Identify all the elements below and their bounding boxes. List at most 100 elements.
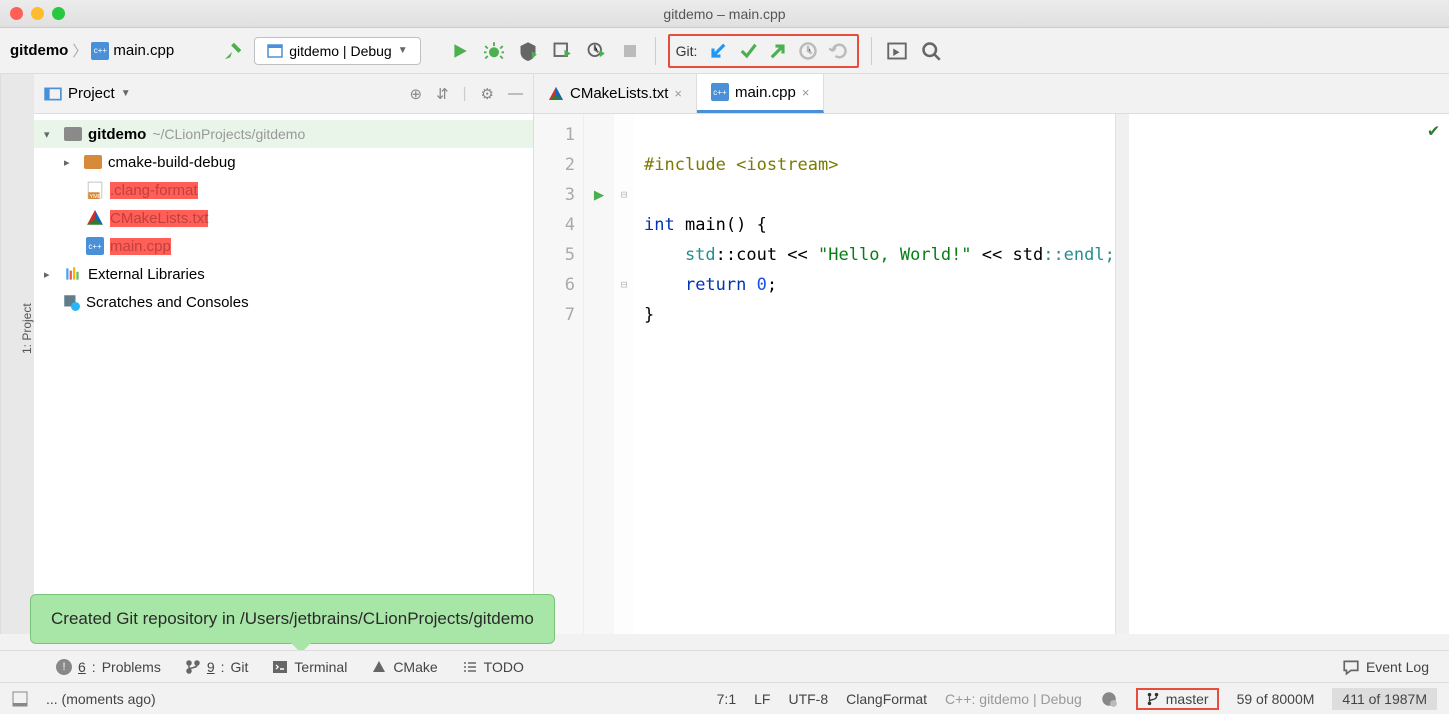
code-token: ; — [767, 275, 777, 295]
status-encoding[interactable]: UTF-8 — [788, 691, 828, 707]
code-token: ::cout << — [716, 245, 818, 265]
inspections-icon[interactable] — [1100, 690, 1118, 708]
attach-button[interactable] — [583, 38, 609, 64]
tree-row[interactable]: Scratches and Consoles — [34, 288, 533, 316]
inspection-ok-icon[interactable]: ✔ — [1428, 120, 1439, 141]
run-button[interactable] — [447, 38, 473, 64]
hammer-build-icon[interactable] — [220, 38, 246, 64]
line-number-gutter[interactable]: 1 2 3 4 5 6 7 — [534, 114, 584, 634]
code-token: int — [644, 215, 675, 235]
libraries-icon — [64, 265, 82, 283]
status-formatter[interactable]: ClangFormat — [846, 691, 927, 707]
editor-scrollbar[interactable] — [1115, 114, 1129, 634]
code-content[interactable]: #include <iostream> int main() { std::co… — [634, 114, 1115, 634]
minimize-window-button[interactable] — [31, 7, 44, 20]
main-toolbar: gitdemo 〉 c++ main.cpp gitdemo | Debug ▼… — [0, 28, 1449, 74]
git-rollback-icon[interactable] — [825, 38, 851, 64]
line-number[interactable]: 7 — [534, 300, 575, 330]
expand-all-icon[interactable]: ⇵ — [436, 85, 449, 103]
panel-title[interactable]: Project — [68, 85, 115, 102]
line-number[interactable]: 6 — [534, 270, 575, 300]
git-commit-icon[interactable] — [735, 38, 761, 64]
close-window-button[interactable] — [10, 7, 23, 20]
run-gutter[interactable]: ▶ — [584, 114, 614, 634]
code-token: return — [685, 275, 746, 295]
stop-button[interactable] — [617, 38, 643, 64]
git-history-icon[interactable] — [795, 38, 821, 64]
chevron-down-icon[interactable]: ▾ — [44, 128, 58, 141]
tool-windows-icon[interactable] — [12, 691, 28, 707]
tab-label: main.cpp — [735, 84, 796, 101]
profile-button[interactable] — [549, 38, 575, 64]
status-line-separator[interactable]: LF — [754, 691, 770, 707]
locate-icon[interactable]: ⊕ — [409, 85, 422, 103]
status-run-context[interactable]: C++: gitdemo | Debug — [945, 691, 1082, 707]
line-number[interactable]: 1 — [534, 120, 575, 150]
tree-row[interactable]: ▸ cmake-build-debug — [34, 148, 533, 176]
tree-row[interactable]: ▸ External Libraries — [34, 260, 533, 288]
line-number[interactable]: 4 — [534, 210, 575, 240]
git-toolbar-group: Git: — [668, 34, 860, 68]
run-anything-icon[interactable] — [884, 38, 910, 64]
status-memory-1[interactable]: 59 of 8000M — [1237, 691, 1315, 707]
tree-item-label: CMakeLists.txt — [110, 210, 208, 227]
dropdown-arrow-icon[interactable]: ▼ — [121, 88, 131, 99]
tree-row[interactable]: CMakeLists.txt — [34, 204, 533, 232]
fold-end-icon[interactable]: ⊟ — [614, 270, 634, 300]
line-number[interactable]: 5 — [534, 240, 575, 270]
cmake-tool-button[interactable]: CMake — [371, 659, 437, 675]
search-everywhere-icon[interactable] — [918, 38, 944, 64]
project-panel-header: Project ▼ ⊕ ⇵ | ⚙ — — [34, 74, 533, 114]
tree-row[interactable]: c++ main.cpp — [34, 232, 533, 260]
tab-main-cpp[interactable]: c++ main.cpp × — [697, 74, 824, 113]
line-number[interactable]: 3 — [534, 180, 575, 210]
zoom-window-button[interactable] — [52, 7, 65, 20]
cpp-file-icon: c++ — [86, 237, 104, 255]
terminal-tool-button[interactable]: Terminal — [272, 659, 347, 675]
close-tab-icon[interactable]: × — [802, 85, 810, 100]
run-line-marker-icon[interactable]: ▶ — [584, 180, 614, 210]
fold-start-icon[interactable]: ⊟ — [614, 180, 634, 210]
tree-item-label: Scratches and Consoles — [86, 294, 249, 311]
status-memory-2[interactable]: 411 of 1987M — [1332, 688, 1437, 710]
tree-row[interactable]: YML .clang-format — [34, 176, 533, 204]
cpp-file-icon: c++ — [711, 83, 729, 101]
tree-item-label: main.cpp — [110, 238, 171, 255]
tab-cmakelists[interactable]: CMakeLists.txt × — [534, 74, 697, 113]
editor-area: CMakeLists.txt × c++ main.cpp × 1 2 3 4 … — [534, 74, 1449, 634]
left-gutter[interactable]: 1: Project — [0, 74, 34, 634]
close-tab-icon[interactable]: × — [674, 86, 682, 101]
git-branch-widget[interactable]: master — [1136, 688, 1219, 710]
status-bar: ... (moments ago) 7:1 LF UTF-8 ClangForm… — [0, 682, 1449, 714]
coverage-button[interactable] — [515, 38, 541, 64]
hide-panel-icon[interactable]: — — [508, 85, 523, 103]
fold-gutter[interactable]: ⊟ ⊟ — [614, 114, 634, 634]
project-tree[interactable]: ▾ gitdemo ~/CLionProjects/gitdemo ▸ cmak… — [34, 114, 533, 322]
run-config-label: gitdemo | Debug — [289, 43, 391, 59]
project-tool-window-tab[interactable]: 1: Project — [20, 304, 34, 355]
event-log-button[interactable]: Event Log — [1342, 658, 1429, 676]
git-pull-icon[interactable] — [705, 38, 731, 64]
notification-balloon[interactable]: Created Git repository in /Users/jetbrai… — [30, 594, 555, 644]
debug-button[interactable] — [481, 38, 507, 64]
todo-tool-button[interactable]: TODO — [462, 659, 524, 675]
settings-gear-icon[interactable]: ⚙ — [481, 85, 494, 103]
status-caret-position[interactable]: 7:1 — [717, 691, 736, 707]
git-tool-button[interactable]: 9: Git — [185, 659, 249, 675]
application-icon — [267, 43, 283, 59]
problems-tool-button[interactable]: ! 6: Problems — [56, 659, 161, 675]
tree-root-row[interactable]: ▾ gitdemo ~/CLionProjects/gitdemo — [34, 120, 533, 148]
status-context[interactable]: ... (moments ago) — [46, 691, 156, 707]
breadcrumb-project[interactable]: gitdemo — [10, 42, 68, 59]
editor-body[interactable]: 1 2 3 4 5 6 7 ▶ ⊟ ⊟ #include <iostream> … — [534, 114, 1449, 634]
window-title: gitdemo – main.cpp — [663, 6, 785, 22]
cmake-file-icon — [548, 86, 564, 102]
chevron-right-icon[interactable]: ▸ — [44, 268, 58, 281]
run-configuration-selector[interactable]: gitdemo | Debug ▼ — [254, 37, 420, 65]
git-push-icon[interactable] — [765, 38, 791, 64]
breadcrumb-file[interactable]: main.cpp — [113, 42, 174, 59]
tree-item-label: cmake-build-debug — [108, 154, 236, 171]
chevron-right-icon[interactable]: ▸ — [64, 156, 78, 169]
line-number[interactable]: 2 — [534, 150, 575, 180]
navigation-breadcrumb[interactable]: gitdemo 〉 c++ main.cpp — [10, 40, 174, 61]
